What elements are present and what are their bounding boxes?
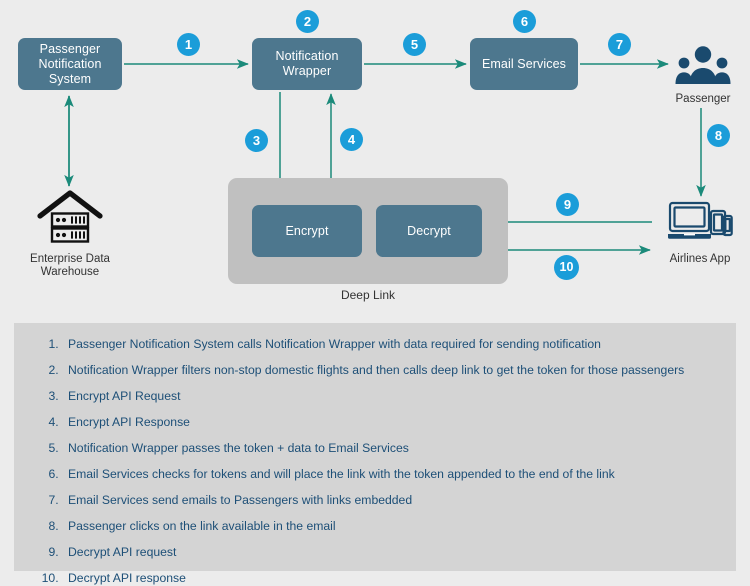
devices-icon — [668, 201, 733, 239]
legend-item: Encrypt API Response — [62, 415, 718, 429]
legend-item: Notification Wrapper filters non-stop do… — [62, 363, 718, 377]
box-label: Decrypt — [407, 223, 451, 238]
entity-caption-line1: Enterprise Data — [30, 253, 110, 265]
legend-item: Email Services send emails to Passengers… — [62, 493, 718, 507]
legend-item: Decrypt API response — [62, 571, 718, 585]
entity-enterprise-data-warehouse: Enterprise Data Warehouse — [14, 190, 126, 279]
box-encrypt[interactable]: Encrypt — [252, 205, 362, 257]
legend-step-list: Passenger Notification System calls Noti… — [32, 337, 718, 585]
step-badge-10: 10 — [554, 255, 579, 280]
step-badge-7: 7 — [608, 33, 631, 56]
step-badge-3: 3 — [245, 129, 268, 152]
box-label: Encrypt — [285, 223, 329, 238]
box-label: Notification Wrapper — [275, 49, 339, 78]
legend-item: Notification Wrapper passes the token + … — [62, 441, 718, 455]
legend-item: Decrypt API request — [62, 545, 718, 559]
entity-passenger: Passenger — [658, 44, 748, 106]
box-label: Email Services — [481, 56, 567, 71]
box-label: Passenger Notification System — [24, 42, 116, 87]
legend-panel: Passenger Notification System calls Noti… — [14, 323, 736, 585]
legend-item: Passenger clicks on the link available i… — [62, 519, 718, 533]
step-badge-1: 1 — [177, 33, 200, 56]
legend-item: Encrypt API Request — [62, 389, 718, 403]
entity-caption: Enterprise Data Warehouse — [14, 253, 126, 279]
box-notification-wrapper[interactable]: Notification Wrapper — [252, 38, 362, 90]
box-email-services[interactable]: Email Services — [470, 38, 578, 90]
step-badge-5: 5 — [403, 33, 426, 56]
step-badge-6: 6 — [513, 10, 536, 33]
data-warehouse-icon — [37, 190, 103, 243]
entity-caption-line2: Warehouse — [40, 266, 100, 278]
legend-item: Passenger Notification System calls Noti… — [62, 337, 718, 351]
box-label-line2: Notification System — [38, 56, 102, 86]
step-badge-8: 8 — [707, 124, 730, 147]
box-label-line1: Passenger — [39, 41, 101, 56]
box-decrypt[interactable]: Decrypt — [376, 205, 482, 257]
deep-link-label: Deep Link — [340, 288, 396, 302]
legend-item: Email Services checks for tokens and wil… — [62, 467, 718, 481]
entity-caption: Passenger — [675, 93, 731, 105]
step-badge-4: 4 — [340, 128, 363, 151]
entity-caption: Airlines App — [669, 253, 731, 265]
step-badge-9: 9 — [556, 193, 579, 216]
people-group-icon — [675, 46, 731, 84]
entity-airlines-app: Airlines App — [652, 200, 748, 266]
box-passenger-notification-system[interactable]: Passenger Notification System — [18, 38, 122, 90]
step-badge-2: 2 — [296, 10, 319, 33]
diagram-canvas: Deep Link Passenger Notification System … — [0, 0, 750, 320]
